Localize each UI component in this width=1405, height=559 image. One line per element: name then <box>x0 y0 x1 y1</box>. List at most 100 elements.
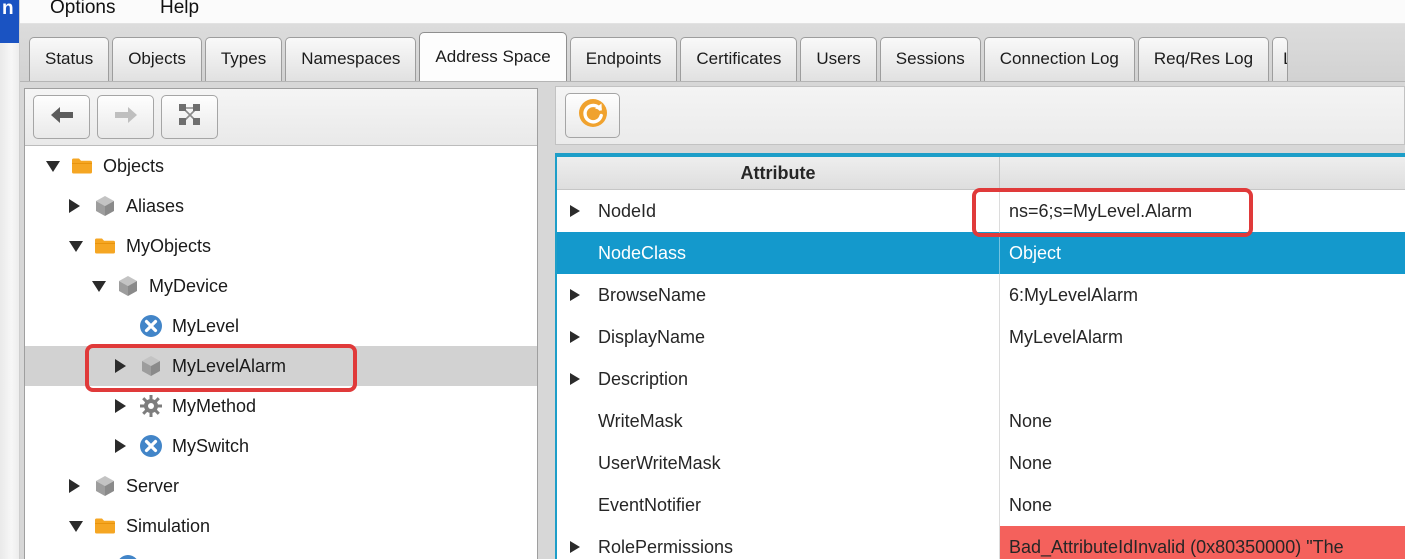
folder-icon <box>93 514 117 538</box>
attribute-name-cell: EventNotifier <box>557 484 1000 526</box>
chevron-right-icon[interactable] <box>115 359 137 373</box>
chevron-down-icon[interactable] <box>69 521 91 532</box>
attribute-name: EventNotifier <box>598 495 701 516</box>
chevron-right-icon[interactable] <box>570 205 598 217</box>
attribute-name: NodeId <box>598 201 656 222</box>
back-button[interactable] <box>33 95 90 139</box>
tree-item-simulation[interactable]: Simulation <box>25 506 537 546</box>
tree-item-mylevel[interactable]: MyLevel <box>25 306 537 346</box>
menu-options[interactable]: Options <box>50 0 115 22</box>
right-arrow-icon <box>113 105 139 130</box>
tab-objects[interactable]: Objects <box>112 37 202 81</box>
tree-item-partial[interactable] <box>25 546 537 559</box>
tab-endpoints[interactable]: Endpoints <box>570 37 678 81</box>
attributes-table-header: Attribute <box>557 157 1405 190</box>
chevron-down-icon[interactable] <box>92 281 114 292</box>
address-space-tree-panel: ObjectsAliasesMyObjectsMyDevice MyLevel My… <box>24 88 538 559</box>
attribute-value-cell <box>1000 358 1405 400</box>
attribute-row-userwritemask[interactable]: UserWriteMaskNone <box>557 442 1405 484</box>
tab-certificates[interactable]: Certificates <box>680 37 797 81</box>
expand-tree-button[interactable] <box>161 95 218 139</box>
variable-icon <box>139 314 163 338</box>
menu-help[interactable]: Help <box>160 0 199 22</box>
tree-item-myobjects[interactable]: MyObjects <box>25 226 537 266</box>
attribute-row-displayname[interactable]: DisplayName MyLevelAlarm <box>557 316 1405 358</box>
attributes-table-body: NodeId ns=6;s=MyLevel.Alarm NodeClass Objec… <box>557 190 1405 559</box>
menu-bar: Options Help <box>20 0 1405 24</box>
chevron-right-icon[interactable] <box>69 199 91 213</box>
refresh-attributes-button[interactable] <box>565 93 620 138</box>
chevron-right-icon[interactable] <box>115 439 137 453</box>
chevron-down-icon[interactable] <box>46 161 68 172</box>
forward-button[interactable] <box>97 95 154 139</box>
attribute-name-cell: BrowseName <box>557 274 1000 316</box>
tab-req-res-log[interactable]: Req/Res Log <box>1138 37 1269 81</box>
tab-sessions[interactable]: Sessions <box>880 37 981 81</box>
chevron-right-icon[interactable] <box>570 331 598 343</box>
tree-item-mylevelalarm[interactable]: MyLevelAlarm <box>25 346 537 386</box>
chevron-right-icon[interactable] <box>570 373 598 385</box>
edge-letter: n <box>2 0 14 20</box>
attribute-row-nodeid[interactable]: NodeId ns=6;s=MyLevel.Alarm <box>557 190 1405 232</box>
attribute-name-cell: WriteMask <box>557 400 1000 442</box>
attribute-name: NodeClass <box>598 243 686 264</box>
attribute-row-eventnotifier[interactable]: EventNotifierNone <box>557 484 1405 526</box>
tree-item-aliases[interactable]: Aliases <box>25 186 537 226</box>
attribute-name: UserWriteMask <box>598 453 721 474</box>
attribute-value-cell: None <box>1000 400 1405 442</box>
tab-partial[interactable]: L <box>1272 37 1288 81</box>
tree-toolbar <box>25 89 537 146</box>
cube-icon <box>139 354 163 378</box>
address-space-content: ObjectsAliasesMyObjectsMyDevice MyLevel My… <box>20 82 1405 559</box>
tree-item-server[interactable]: Server <box>25 466 537 506</box>
attribute-value-cell-error: Bad_AttributeIdInvalid (0x80350000) "The <box>1000 526 1405 559</box>
tree-item-label: MyLevelAlarm <box>172 356 286 377</box>
attribute-value-cell: 6:MyLevelAlarm <box>1000 274 1405 316</box>
refresh-icon <box>576 96 610 135</box>
tree-item-label: MyMethod <box>172 396 256 417</box>
gear-icon <box>139 394 163 418</box>
application-window: n OptionsHelp StatusObjectsTypesNamespac… <box>0 0 1405 559</box>
address-space-tree: ObjectsAliasesMyObjectsMyDevice MyLevel My… <box>25 146 537 559</box>
attribute-name-cell: RolePermissions <box>557 526 1000 559</box>
tree-item-mymethod[interactable]: MyMethod <box>25 386 537 426</box>
chevron-right-icon[interactable] <box>570 541 598 553</box>
attribute-row-browsename[interactable]: BrowseName 6:MyLevelAlarm <box>557 274 1405 316</box>
background-window-edge: n <box>0 0 20 559</box>
tree-item-myswitch[interactable]: MySwitch <box>25 426 537 466</box>
attribute-name-cell: Description <box>557 358 1000 400</box>
chevron-right-icon[interactable] <box>115 399 137 413</box>
attribute-name: DisplayName <box>598 327 705 348</box>
chevron-right-icon[interactable] <box>69 479 91 493</box>
tab-connection-log[interactable]: Connection Log <box>984 37 1135 81</box>
tab-namespaces[interactable]: Namespaces <box>285 37 416 81</box>
attribute-column-header[interactable]: Attribute <box>557 157 1000 189</box>
tab-types[interactable]: Types <box>205 37 282 81</box>
attribute-name: RolePermissions <box>598 537 733 558</box>
attribute-name-cell: NodeClass <box>557 232 1000 274</box>
attribute-value-cell: Object <box>1000 232 1405 274</box>
chevron-right-icon[interactable] <box>570 289 598 301</box>
attribute-name: WriteMask <box>598 411 683 432</box>
opcua-server-app: OptionsHelp StatusObjectsTypesNamespaces… <box>20 0 1405 559</box>
cube-icon <box>116 274 140 298</box>
attribute-name: BrowseName <box>598 285 706 306</box>
attribute-row-nodeclass[interactable]: NodeClass Object <box>557 232 1405 274</box>
tab-users[interactable]: Users <box>800 37 876 81</box>
value-column-header[interactable] <box>1000 157 1405 189</box>
attribute-value-cell: ns=6;s=MyLevel.Alarm <box>1000 190 1405 232</box>
tab-address-space[interactable]: Address Space <box>419 32 566 82</box>
attribute-row-writemask[interactable]: WriteMask None <box>557 400 1405 442</box>
left-arrow-icon <box>49 105 75 130</box>
tree-item-mydevice[interactable]: MyDevice <box>25 266 537 306</box>
tree-item-objects[interactable]: Objects <box>25 146 537 186</box>
attribute-value-cell: MyLevelAlarm <box>1000 316 1405 358</box>
tree-item-label: MyLevel <box>172 316 239 337</box>
chevron-down-icon[interactable] <box>69 241 91 252</box>
attribute-row-rolepermissions[interactable]: RolePermissions Bad_AttributeIdInvalid (0… <box>557 526 1405 559</box>
attribute-name-cell: NodeId <box>557 190 1000 232</box>
node-graph-icon <box>178 103 202 132</box>
attribute-row-description[interactable]: Description <box>557 358 1405 400</box>
tab-status[interactable]: Status <box>29 37 109 81</box>
tree-item-label: Server <box>126 476 179 497</box>
